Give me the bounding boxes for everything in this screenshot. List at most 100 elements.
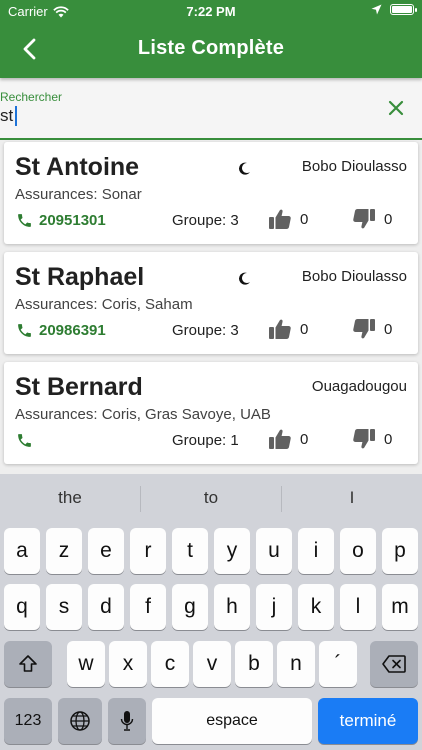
pharmacy-city: Ouagadougou xyxy=(311,378,407,395)
key[interactable]: m xyxy=(382,584,418,630)
close-icon xyxy=(388,100,404,116)
phone-link[interactable]: 20951301 xyxy=(16,212,106,229)
microphone-icon xyxy=(120,711,134,731)
key[interactable]: h xyxy=(214,584,250,630)
key[interactable]: r xyxy=(130,528,166,574)
key[interactable]: s xyxy=(46,584,82,630)
key[interactable]: a xyxy=(4,528,40,574)
like-count: 0 xyxy=(300,210,309,228)
pharmacy-assurances: Assurances: Coris, Gras Savoye, UAB xyxy=(15,406,271,423)
like-count: 0 xyxy=(300,430,309,448)
key[interactable]: z xyxy=(46,528,82,574)
dislike-button[interactable]: 0 xyxy=(352,428,392,450)
status-time: 7:22 PM xyxy=(186,4,236,19)
phone-icon xyxy=(18,324,31,337)
key[interactable]: b xyxy=(235,641,273,687)
key[interactable]: x xyxy=(109,641,147,687)
pharmacy-name: St Raphael xyxy=(15,263,145,291)
clear-search-button[interactable] xyxy=(384,96,408,120)
key[interactable]: g xyxy=(172,584,208,630)
suggestion-item[interactable]: the xyxy=(0,488,140,508)
page-title: Liste Complète xyxy=(137,37,285,59)
key[interactable]: f xyxy=(130,584,166,630)
location-arrow-icon xyxy=(371,4,382,15)
phone-link[interactable]: 20986391 xyxy=(16,322,106,339)
moon-icon xyxy=(239,162,250,175)
backspace-key[interactable] xyxy=(370,641,418,687)
globe-key[interactable] xyxy=(58,698,102,744)
search-label: Rechercher xyxy=(0,90,63,104)
key[interactable]: j xyxy=(256,584,292,630)
like-button[interactable]: 0 xyxy=(268,318,308,340)
list-item[interactable]: St Raphael Bobo Dioulasso Assurances: Co… xyxy=(4,252,418,354)
phone-link[interactable] xyxy=(16,432,39,449)
thumbs-up-icon xyxy=(269,319,291,339)
key[interactable]: n xyxy=(277,641,315,687)
group-label: Groupe: 3 xyxy=(172,322,239,339)
key[interactable]: t xyxy=(172,528,208,574)
phone-icon xyxy=(18,214,31,227)
search-value: st xyxy=(0,106,14,125)
group-label: Groupe: 3 xyxy=(172,212,239,229)
key[interactable]: p xyxy=(382,528,418,574)
dislike-count: 0 xyxy=(384,430,393,448)
key[interactable]: w xyxy=(67,641,105,687)
list-item[interactable]: St Bernard Ouagadougou Assurances: Coris… xyxy=(4,362,418,464)
like-count: 0 xyxy=(300,320,309,338)
like-button[interactable]: 0 xyxy=(268,428,308,450)
pharmacy-city: Bobo Dioulasso xyxy=(301,268,407,285)
key[interactable]: k xyxy=(298,584,334,630)
dislike-count: 0 xyxy=(384,320,393,338)
thumbs-up-icon xyxy=(269,429,291,449)
phone-icon xyxy=(18,434,31,447)
dislike-button[interactable]: 0 xyxy=(352,318,392,340)
key[interactable]: ´ xyxy=(319,641,357,687)
search-field[interactable]: Rechercher st xyxy=(0,78,422,140)
done-key[interactable]: terminé xyxy=(318,698,418,744)
pharmacy-assurances: Assurances: Sonar xyxy=(15,186,142,203)
moon-icon xyxy=(239,272,250,285)
thumbs-up-icon xyxy=(269,209,291,229)
suggestion-item[interactable]: I xyxy=(282,488,422,508)
numbers-key[interactable]: 123 xyxy=(4,698,52,744)
suggestion-bar: the to I xyxy=(0,474,422,524)
space-key[interactable]: espace xyxy=(152,698,312,744)
key[interactable]: e xyxy=(88,528,124,574)
pharmacy-assurances: Assurances: Coris, Saham xyxy=(15,296,193,313)
suggestion-item[interactable]: to xyxy=(141,488,281,508)
list-item[interactable]: St Antoine Bobo Dioulasso Assurances: So… xyxy=(4,142,418,244)
phone-number: 20951301 xyxy=(39,212,106,229)
pharmacy-name: St Bernard xyxy=(15,373,143,401)
key[interactable]: y xyxy=(214,528,250,574)
group-label: Groupe: 1 xyxy=(172,432,239,449)
search-input[interactable]: st xyxy=(0,106,18,126)
thumbs-down-icon xyxy=(353,429,375,449)
globe-icon xyxy=(70,711,90,731)
status-bar: Carrier 7:22 PM xyxy=(0,0,422,22)
pharmacy-name: St Antoine xyxy=(15,153,140,181)
key[interactable]: c xyxy=(151,641,189,687)
backspace-icon xyxy=(382,655,406,673)
text-cursor xyxy=(15,106,18,126)
key[interactable]: v xyxy=(193,641,231,687)
shift-key[interactable] xyxy=(4,641,52,687)
battery-icon xyxy=(390,4,417,15)
microphone-key[interactable] xyxy=(108,698,146,744)
key[interactable]: d xyxy=(88,584,124,630)
thumbs-down-icon xyxy=(353,319,375,339)
status-right xyxy=(371,4,417,15)
key[interactable]: i xyxy=(298,528,334,574)
pharmacy-city: Bobo Dioulasso xyxy=(301,158,407,175)
shift-icon xyxy=(19,655,37,672)
like-button[interactable]: 0 xyxy=(268,208,308,230)
app-bar: Carrier 7:22 PM Liste Complète xyxy=(0,0,422,78)
key[interactable]: q xyxy=(4,584,40,630)
thumbs-down-icon xyxy=(353,209,375,229)
key[interactable]: l xyxy=(340,584,376,630)
dislike-count: 0 xyxy=(384,210,393,228)
dislike-button[interactable]: 0 xyxy=(352,208,392,230)
key[interactable]: u xyxy=(256,528,292,574)
on-screen-keyboard: the to I a z e r t y u i o p q s d f g h… xyxy=(0,474,422,750)
key[interactable]: o xyxy=(340,528,376,574)
phone-number: 20986391 xyxy=(39,322,106,339)
